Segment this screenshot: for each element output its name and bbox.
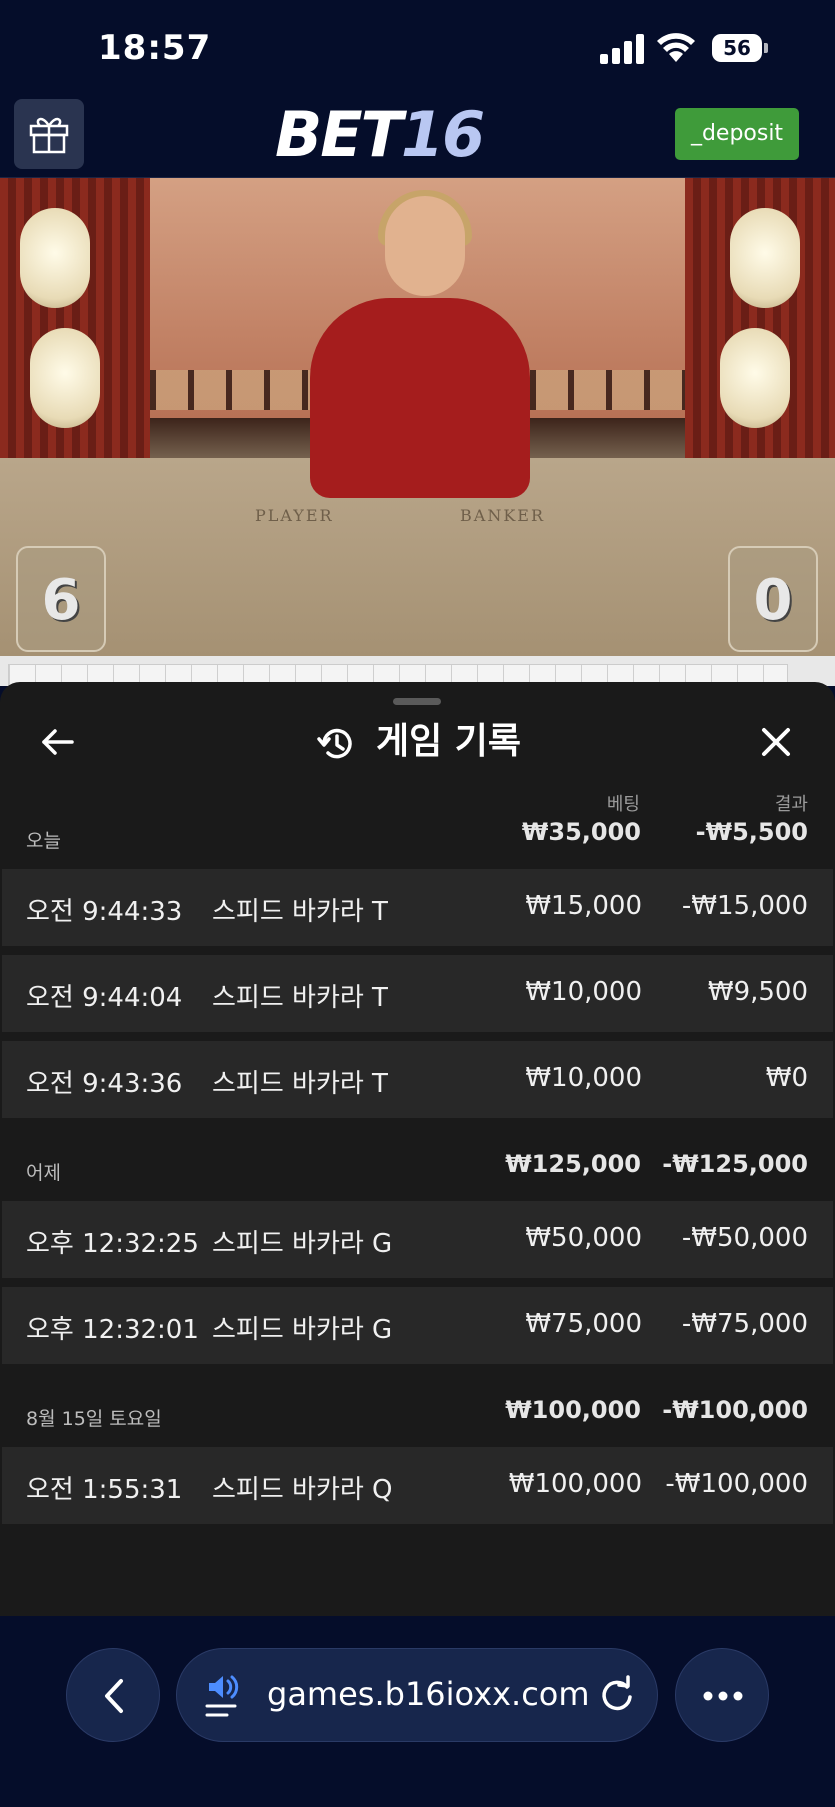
- chevron-left-icon: [105, 1679, 123, 1713]
- url-text: games.b16ioxx.com: [267, 1675, 590, 1713]
- row-result: ₩0: [765, 1063, 808, 1093]
- scroll-fade: [0, 1558, 835, 1616]
- history-row[interactable]: 오전 9:43:36 스피드 바카라 T ₩10,000 ₩0: [2, 1041, 833, 1118]
- row-time: 오후 12:32:01: [26, 1315, 199, 1345]
- group-bet-total: ₩35,000: [521, 818, 641, 846]
- panel-title: 게임 기록: [376, 721, 522, 762]
- group-header-today: 오늘 ₩35,000 -₩5,500: [0, 806, 835, 856]
- row-game: 스피드 바카라 T: [212, 1069, 388, 1099]
- row-bet: ₩100,000: [508, 1469, 642, 1499]
- row-bet: ₩10,000: [525, 977, 642, 1007]
- reload-icon[interactable]: [597, 1675, 637, 1715]
- banker-score-box: 0: [728, 546, 818, 652]
- site-header: BET16 _deposit: [0, 96, 835, 178]
- row-bet: ₩15,000: [525, 891, 642, 921]
- arrow-left-icon: [42, 729, 74, 755]
- battery-level: 56: [723, 36, 751, 60]
- row-game: 스피드 바카라 Q: [212, 1475, 393, 1505]
- row-result: -₩75,000: [681, 1309, 808, 1339]
- row-result: -₩50,000: [681, 1223, 808, 1253]
- more-button[interactable]: [675, 1648, 769, 1742]
- history-row[interactable]: 오후 12:32:25 스피드 바카라 G ₩50,000 -₩50,000: [2, 1201, 833, 1278]
- deposit-button[interactable]: _deposit: [675, 108, 799, 160]
- row-bet: ₩50,000: [525, 1223, 642, 1253]
- history-icon: [317, 728, 352, 759]
- row-time: 오전 9:43:36: [26, 1069, 183, 1099]
- wifi-icon: [657, 33, 695, 62]
- player-label: PLAYER: [255, 506, 334, 525]
- group-bet-total: ₩125,000: [505, 1150, 641, 1178]
- gift-icon: [29, 117, 69, 154]
- game-history-panel: 게임 기록 베팅 결과 오늘 ₩35,000 -₩5,500 오전 9:44:3…: [0, 682, 835, 1616]
- group-header-aug15: 8월 15일 토요일 ₩100,000 -₩100,000: [0, 1384, 835, 1434]
- live-dealer-video: PLAYER BANKER 6 0: [0, 178, 835, 656]
- browser-back-button[interactable]: [66, 1648, 160, 1742]
- history-row[interactable]: 오전 9:44:04 스피드 바카라 T ₩10,000 ₩9,500: [2, 955, 833, 1032]
- status-bar: 18:57 56: [0, 0, 835, 96]
- history-row[interactable]: 오전 9:44:33 스피드 바카라 T ₩15,000 -₩15,000: [2, 869, 833, 946]
- group-label: 오늘: [26, 830, 61, 852]
- group-label: 어제: [26, 1162, 61, 1184]
- cellular-signal-icon: [600, 34, 644, 64]
- row-game: 스피드 바카라 G: [212, 1315, 393, 1345]
- group-label: 8월 15일 토요일: [26, 1408, 162, 1430]
- address-bar[interactable]: games.b16ioxx.com: [176, 1648, 658, 1742]
- close-icon: [762, 728, 790, 756]
- drag-handle[interactable]: [393, 698, 441, 705]
- row-result: -₩15,000: [681, 891, 808, 921]
- player-score-box: 6: [16, 546, 106, 652]
- player-score: 6: [41, 568, 81, 633]
- history-row[interactable]: 오전 1:55:31 스피드 바카라 Q ₩100,000 -₩100,000: [2, 1447, 833, 1524]
- battery-icon: 56: [712, 34, 768, 62]
- group-result-total: -₩5,500: [695, 818, 808, 846]
- group-header-yesterday: 어제 ₩125,000 -₩125,000: [0, 1138, 835, 1188]
- banker-label: BANKER: [460, 506, 545, 525]
- close-button[interactable]: [756, 722, 796, 762]
- site-logo[interactable]: BET16: [275, 99, 485, 171]
- group-result-total: -₩125,000: [662, 1150, 808, 1178]
- back-button[interactable]: [38, 722, 78, 762]
- row-game: 스피드 바카라 G: [212, 1229, 393, 1259]
- row-bet: ₩10,000: [525, 1063, 642, 1093]
- history-row[interactable]: 오후 12:32:01 스피드 바카라 G ₩75,000 -₩75,000: [2, 1287, 833, 1364]
- more-icon: [703, 1691, 743, 1701]
- row-time: 오전 9:44:04: [26, 983, 183, 1013]
- row-game: 스피드 바카라 T: [212, 983, 388, 1013]
- status-time: 18:57: [98, 28, 212, 68]
- row-time: 오전 9:44:33: [26, 897, 183, 927]
- row-bet: ₩75,000: [525, 1309, 642, 1339]
- speaker-icon: [205, 1675, 239, 1717]
- row-time: 오전 1:55:31: [26, 1475, 183, 1505]
- gift-button[interactable]: [14, 99, 84, 169]
- browser-toolbar: games.b16ioxx.com: [0, 1616, 835, 1807]
- group-bet-total: ₩100,000: [505, 1396, 641, 1424]
- row-result: -₩100,000: [665, 1469, 808, 1499]
- row-time: 오후 12:32:25: [26, 1229, 199, 1259]
- group-result-total: -₩100,000: [662, 1396, 808, 1424]
- row-result: ₩9,500: [707, 977, 808, 1007]
- row-game: 스피드 바카라 T: [212, 897, 388, 927]
- banker-score: 0: [753, 568, 793, 633]
